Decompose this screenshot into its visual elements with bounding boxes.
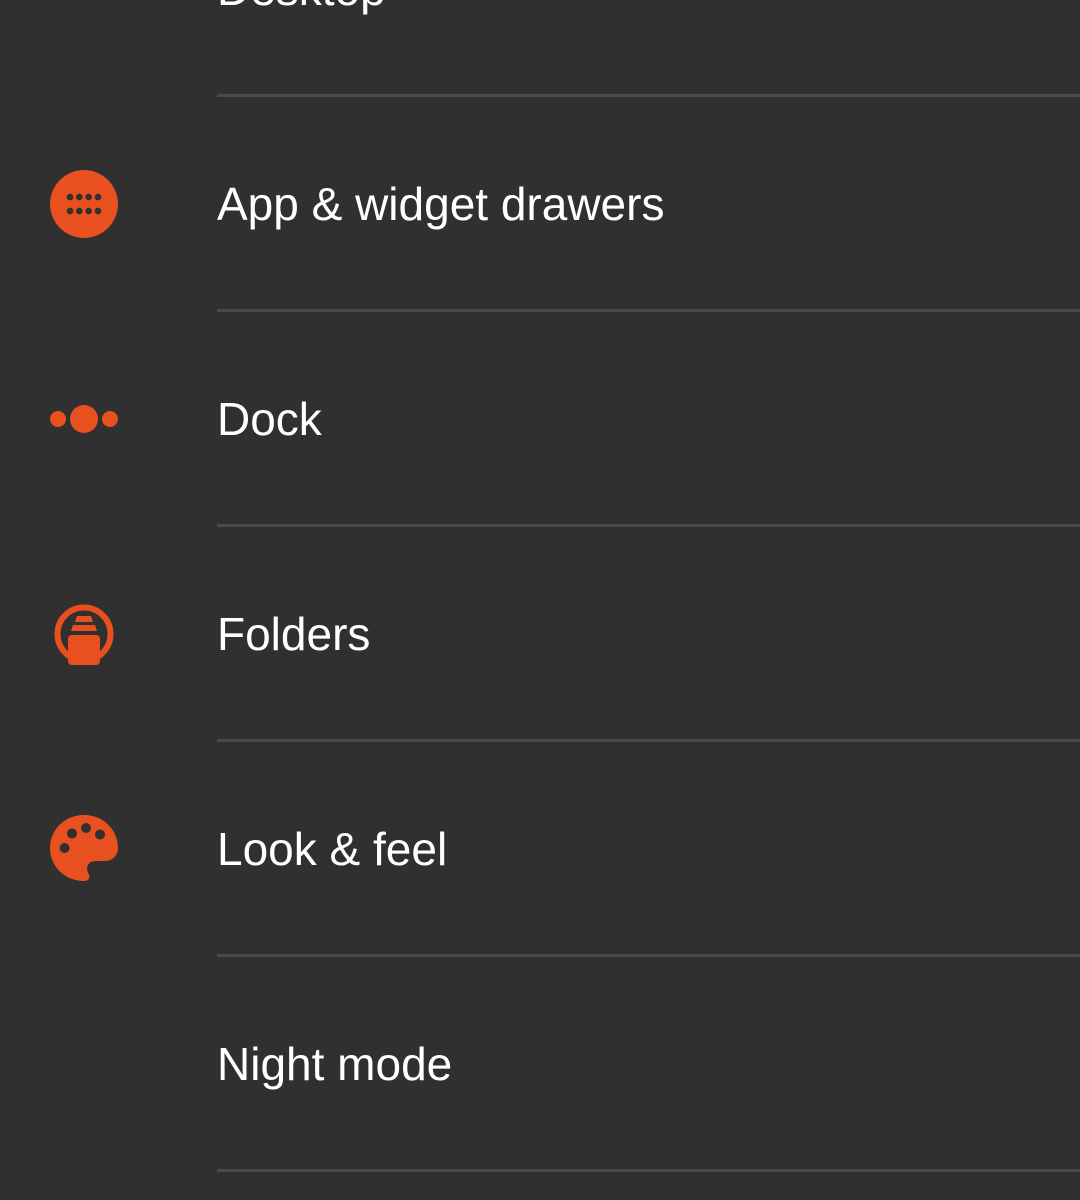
- settings-item-label: Folders: [217, 608, 371, 660]
- dock-icon: [50, 385, 118, 453]
- settings-list: Desktop App & widget drawers: [0, 0, 1080, 1172]
- settings-item-folders[interactable]: Folders: [0, 527, 1080, 742]
- settings-item-label: App & widget drawers: [217, 178, 665, 230]
- settings-item-look-feel[interactable]: Look & feel: [0, 742, 1080, 957]
- desktop-icon: [50, 0, 118, 23]
- settings-item-night-mode[interactable]: Night mode: [0, 957, 1080, 1172]
- app-drawer-icon: [50, 170, 118, 238]
- settings-item-label: Dock: [217, 393, 322, 445]
- folders-icon: [50, 600, 118, 668]
- settings-item-label: Desktop: [217, 0, 386, 97]
- settings-item-label: Night mode: [217, 1038, 453, 1090]
- moon-icon: [50, 1030, 118, 1098]
- divider: [217, 1169, 1080, 1172]
- settings-item-app-widget-drawers[interactable]: App & widget drawers: [0, 97, 1080, 312]
- palette-icon: [50, 815, 118, 883]
- settings-item-dock[interactable]: Dock: [0, 312, 1080, 527]
- settings-item-label: Look & feel: [217, 823, 448, 875]
- settings-item-desktop[interactable]: Desktop: [0, 0, 1080, 97]
